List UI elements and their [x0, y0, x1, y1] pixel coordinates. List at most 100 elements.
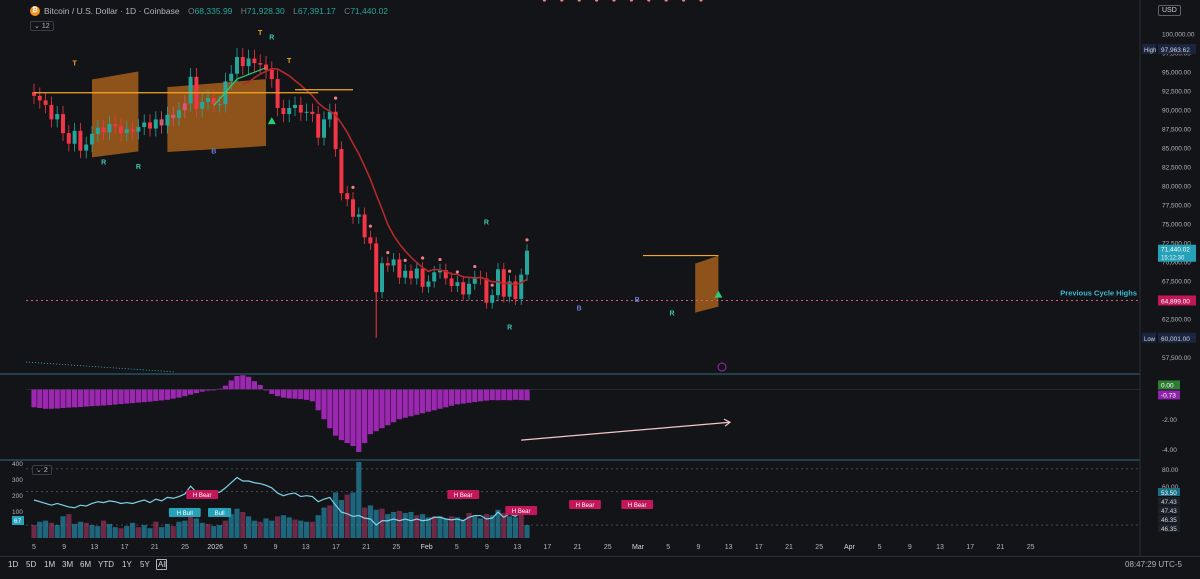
time-tick: 21 — [362, 544, 370, 551]
candle — [142, 122, 147, 127]
candle — [188, 76, 193, 104]
candle — [461, 282, 466, 295]
histogram-bar — [327, 389, 333, 429]
histogram-bar — [431, 389, 437, 411]
high-label: High — [1144, 48, 1156, 54]
signal-marker: R — [101, 159, 106, 166]
volume-bar — [89, 524, 95, 538]
candle — [252, 58, 257, 64]
time-tick: Mar — [632, 544, 645, 551]
calendar-icon[interactable] — [156, 559, 167, 570]
currency-button[interactable]: USD — [1158, 5, 1181, 16]
chart-canvas[interactable]: 100,000.0097,500.0095,000.0092,500.0090,… — [0, 0, 1200, 578]
histogram-bar — [449, 389, 455, 406]
histogram-bar — [60, 389, 66, 409]
volume-bar — [379, 508, 385, 538]
volume-bar — [431, 516, 437, 538]
signal-dot — [595, 0, 599, 2]
timeframe-5y[interactable]: 5Y — [140, 560, 150, 569]
divergence-label: H Bull — [177, 511, 193, 517]
candle — [426, 281, 431, 287]
symbol-title[interactable]: Bitcoin / U.S. Dollar · 1D · Coinbase — [44, 6, 180, 16]
volume-bar — [182, 520, 188, 538]
candle — [467, 283, 471, 295]
signal-dot — [577, 0, 581, 2]
histogram-bar — [43, 389, 49, 409]
signal-dot — [612, 0, 616, 2]
volume-bar — [402, 513, 408, 538]
histogram-bar — [483, 389, 489, 401]
timeframe-1y[interactable]: 1Y — [122, 560, 132, 569]
histogram-bar — [489, 389, 495, 401]
signal-dot — [699, 0, 703, 2]
signal-dot — [490, 283, 494, 287]
timeframe-5d[interactable]: 5D — [26, 560, 36, 569]
histogram-bar — [292, 389, 298, 399]
candle — [119, 126, 123, 134]
divergence-label: H Bear — [628, 503, 647, 509]
volume-bar — [222, 520, 228, 538]
volume-bar — [344, 494, 350, 538]
candle — [217, 104, 222, 106]
timeframe-1d[interactable]: 1D — [8, 560, 18, 569]
histogram-bar — [280, 389, 286, 398]
trend-line — [25, 361, 176, 373]
volume-tick: 400 — [12, 461, 23, 468]
price-tick: 95,000.00 — [1162, 69, 1191, 76]
histogram-bar — [391, 389, 397, 423]
candle — [171, 114, 176, 118]
indicators-toggle[interactable]: ⌄ 12 — [30, 21, 54, 31]
candle — [235, 57, 239, 74]
histogram-bar — [275, 389, 281, 397]
candle — [275, 79, 280, 108]
time-tick: 5 — [455, 544, 459, 551]
time-tick: 9 — [274, 544, 278, 551]
signal-dot — [421, 256, 425, 260]
histogram-bar — [321, 389, 327, 420]
candle — [449, 278, 454, 287]
time-tick: 25 — [181, 544, 189, 551]
last-price: 71,440.02 — [1161, 247, 1190, 254]
bitcoin-icon: ₿ — [30, 6, 40, 16]
timeframe-1m[interactable]: 1M — [44, 560, 55, 569]
histogram-bar — [373, 389, 379, 432]
volume-bar — [512, 517, 518, 538]
timeframe-ytd[interactable]: YTD — [98, 560, 114, 569]
histogram-bar — [176, 389, 182, 398]
volume-bar — [205, 523, 211, 538]
candle — [304, 111, 309, 113]
signal-dot — [664, 0, 668, 2]
timeframe-6m[interactable]: 6M — [80, 560, 91, 569]
histogram-bar — [304, 389, 310, 400]
time-tick: 21 — [151, 544, 159, 551]
histogram-bar — [54, 389, 60, 409]
pane2-indicators-toggle[interactable]: ⌄ 2 — [32, 465, 52, 475]
volume-bar — [478, 518, 484, 538]
volume-bar — [217, 524, 223, 538]
candle — [90, 133, 94, 145]
histogram-bar — [420, 389, 426, 414]
histogram-bar — [135, 389, 141, 403]
histogram-bar — [37, 389, 43, 409]
timeframe-3m[interactable]: 3M — [62, 560, 73, 569]
histogram-bar — [182, 389, 188, 397]
candle — [55, 114, 60, 120]
time-tick: 21 — [785, 544, 793, 551]
signal-dot — [403, 258, 407, 262]
candle — [391, 259, 396, 266]
histogram-bar — [228, 380, 234, 390]
time-tick: 21 — [997, 544, 1005, 551]
histogram-bar — [495, 389, 501, 401]
candle — [519, 274, 524, 299]
histogram-bar — [153, 389, 159, 402]
low-value: 67,391.17 — [297, 6, 336, 16]
time-tick: 17 — [332, 544, 340, 551]
time-tick: 5 — [666, 544, 670, 551]
histogram-bar — [141, 389, 147, 403]
volume-bar — [112, 527, 118, 538]
signal-dot — [351, 185, 355, 189]
volume-bar — [472, 516, 478, 538]
signal-marker: T — [258, 30, 263, 37]
volume-bar — [437, 516, 443, 538]
volume-bar — [385, 514, 391, 538]
